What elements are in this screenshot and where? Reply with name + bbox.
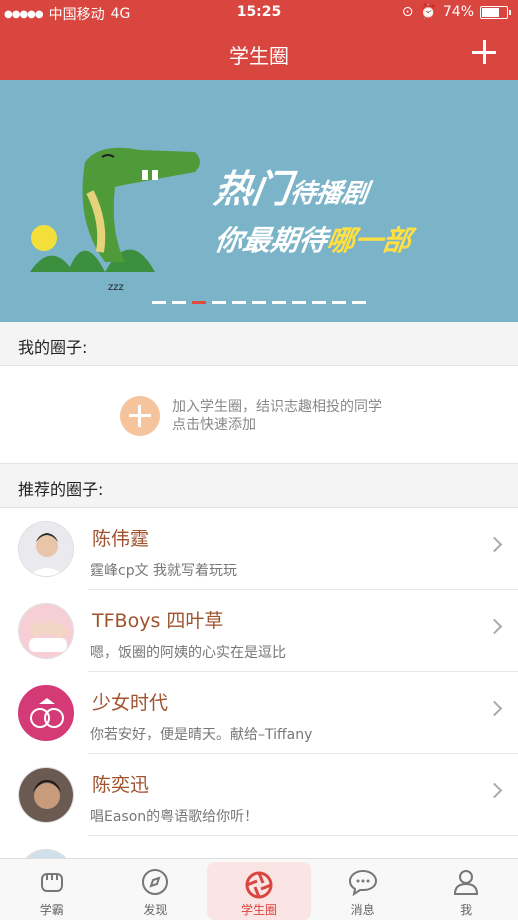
tab-label: 消息 <box>350 903 375 917</box>
banner-line-2: 你最期待哪一部 <box>212 219 414 259</box>
status-bar: ●●●●● 中国移动 4G 15:25 ⊙ ⏰ 74% <box>0 0 518 26</box>
chat-bubble-icon <box>348 868 378 899</box>
pager-dot[interactable] <box>172 301 186 304</box>
pager-dot[interactable] <box>252 301 266 304</box>
circle-desc: 你若安好，便是晴天。献给–Tiffany <box>90 727 313 743</box>
list-item[interactable]: 少女时代 你若安好，便是晴天。献给–Tiffany <box>0 672 518 754</box>
list-item[interactable] <box>0 836 518 858</box>
add-circle-text[interactable]: 加入学生圈，结识志趣相投的同学 点击快速添加 <box>172 398 382 434</box>
list-item[interactable]: 陈奕迅 唱Eason的粤语歌给你听！ <box>0 754 518 836</box>
pager-dot[interactable] <box>332 301 346 304</box>
tab-bar: 学霸 发现 学生圈 消息 我 <box>0 858 518 920</box>
tab-label: 学生圈 <box>240 903 277 917</box>
tab-messages[interactable]: 消息 <box>311 859 415 920</box>
add-circle-line1: 加入学生圈，结识志趣相投的同学 <box>172 399 382 415</box>
battery-fill <box>482 7 500 17</box>
avatar <box>18 849 74 858</box>
banner-line1-big: 热门 <box>211 167 294 211</box>
page-title: 学生圈 <box>229 44 289 68</box>
tab-xueba[interactable]: 学霸 <box>0 859 104 920</box>
fist-icon <box>38 868 66 899</box>
banner-headline: 热门待播剧 你最期待哪一部 <box>211 158 414 259</box>
circle-name: 陈伟霆 <box>92 528 150 550</box>
add-plus-icon[interactable] <box>468 36 500 68</box>
orientation-lock-icon: ⊙ <box>401 4 414 20</box>
battery-icon <box>480 5 511 19</box>
banner-line2-a: 你最期待 <box>212 224 330 257</box>
list-item[interactable]: 陈伟霆 霆峰cp文 我就写着玩玩 <box>0 508 518 590</box>
tab-label: 发现 <box>143 903 168 917</box>
my-circles-empty[interactable]: 加入学生圈，结识志趣相投的同学 点击快速添加 <box>0 366 518 464</box>
tab-student-circle[interactable]: 学生圈 <box>207 862 311 920</box>
pager-dot[interactable] <box>212 301 226 304</box>
pager-dot[interactable] <box>352 301 366 304</box>
banner-page-indicator[interactable] <box>152 301 366 304</box>
circle-desc: 嗯，饭圈的阿姨的心实在是逗比 <box>90 645 286 661</box>
chevron-right-icon <box>486 700 503 717</box>
recommended-list: 陈伟霆 霆峰cp文 我就写着玩玩 TFBoys 四叶草 嗯，饭圈的阿姨的心实在是… <box>0 508 518 858</box>
zzz-text: zzz <box>108 282 124 292</box>
avatar <box>18 603 74 659</box>
circle-desc: 唱Eason的粤语歌给你听！ <box>90 809 259 825</box>
pager-dot[interactable] <box>312 301 326 304</box>
add-circle-line2: 点击快速添加 <box>172 417 256 433</box>
banner-line1-small: 待播剧 <box>287 179 370 209</box>
alarm-icon: ⏰ <box>419 4 437 20</box>
circle-name: 少女时代 <box>92 692 169 714</box>
aperture-icon <box>245 871 273 902</box>
my-circles-header: 我的圈子: <box>0 322 518 366</box>
pager-dot[interactable] <box>152 301 166 304</box>
tab-label: 我 <box>460 903 473 917</box>
circle-name: 陈奕迅 <box>92 774 150 796</box>
tab-discover[interactable]: 发现 <box>104 859 208 920</box>
add-circle-button[interactable] <box>120 396 160 436</box>
tab-label: 学霸 <box>39 903 64 917</box>
avatar <box>18 767 74 823</box>
promo-banner[interactable]: zzz 热门待播剧 你最期待哪一部 <box>0 80 518 322</box>
tab-me[interactable]: 我 <box>414 859 518 920</box>
nav-bar: 学生圈 <box>0 26 518 80</box>
pager-dot[interactable] <box>272 301 286 304</box>
pager-dot[interactable] <box>292 301 306 304</box>
chevron-right-icon <box>486 536 503 553</box>
avatar <box>18 685 74 741</box>
circle-desc: 霆峰cp文 我就写着玩玩 <box>90 563 238 579</box>
list-item[interactable]: TFBoys 四叶草 嗯，饭圈的阿姨的心实在是逗比 <box>0 590 518 672</box>
status-right: ⊙ ⏰ 74% <box>401 4 511 20</box>
banner-line2-highlight: 哪一部 <box>324 224 414 257</box>
person-icon <box>452 868 480 899</box>
chevron-right-icon <box>486 782 503 799</box>
avatar <box>18 521 74 577</box>
pager-dot[interactable] <box>192 301 206 304</box>
chevron-right-icon <box>486 618 503 635</box>
compass-icon <box>141 868 169 899</box>
recommended-header: 推荐的圈子: <box>0 464 518 508</box>
crocodile-illustration: zzz <box>30 147 200 292</box>
battery-percent: 74% <box>442 4 474 20</box>
circle-name: TFBoys 四叶草 <box>92 610 224 632</box>
banner-line-1: 热门待播剧 <box>211 158 415 213</box>
pager-dot[interactable] <box>232 301 246 304</box>
